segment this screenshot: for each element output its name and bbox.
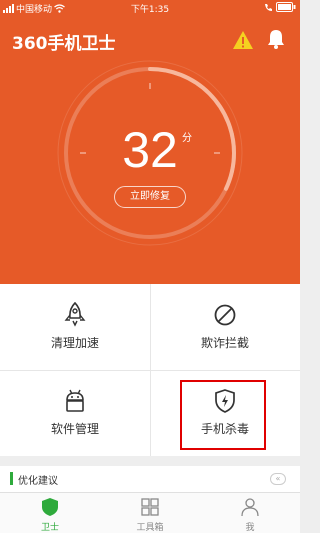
optimize-suggestions: 优化建议 «	[0, 466, 300, 492]
tool-label: 欺诈拦截	[200, 336, 249, 350]
tool-software-manager[interactable]: 软件管理	[0, 370, 150, 456]
highlight-box	[180, 380, 266, 450]
tab-guard[interactable]: 卫士	[0, 493, 100, 533]
tool-fraud-block[interactable]: 欺诈拦截	[150, 284, 300, 370]
bottom-tab-bar: 卫士 工具箱 我	[0, 492, 300, 533]
tool-cleanup-boost[interactable]: 清理加速	[0, 284, 150, 370]
fix-now-button[interactable]: 立即修复	[114, 186, 186, 208]
section-accent-bar	[10, 472, 13, 485]
battery-icon	[276, 2, 296, 12]
collapse-button[interactable]: «	[270, 473, 286, 485]
tab-label: 工具箱	[136, 523, 164, 533]
person-icon	[241, 498, 259, 517]
security-score: 32	[122, 122, 178, 178]
tool-label: 软件管理	[50, 422, 99, 436]
rocket-icon	[64, 302, 86, 327]
score-panel: 360手机卫士 32 分 立即修复	[0, 16, 300, 284]
call-icon	[265, 3, 272, 11]
status-bar: 中国移动 下午1:35	[0, 0, 300, 16]
tab-label: 卫士	[40, 523, 59, 533]
score-unit: 分	[182, 133, 192, 144]
status-time: 下午1:35	[130, 5, 170, 15]
optimize-label: 优化建议	[18, 476, 58, 487]
tab-me[interactable]: 我	[200, 493, 300, 533]
tool-label: 清理加速	[50, 336, 99, 350]
status-right	[264, 2, 296, 12]
tab-toolbox[interactable]: 工具箱	[100, 493, 200, 533]
android-icon	[66, 389, 84, 412]
tab-label: 我	[245, 523, 255, 533]
block-icon	[214, 304, 236, 326]
shield-icon	[42, 498, 58, 516]
grid-icon	[141, 498, 159, 516]
